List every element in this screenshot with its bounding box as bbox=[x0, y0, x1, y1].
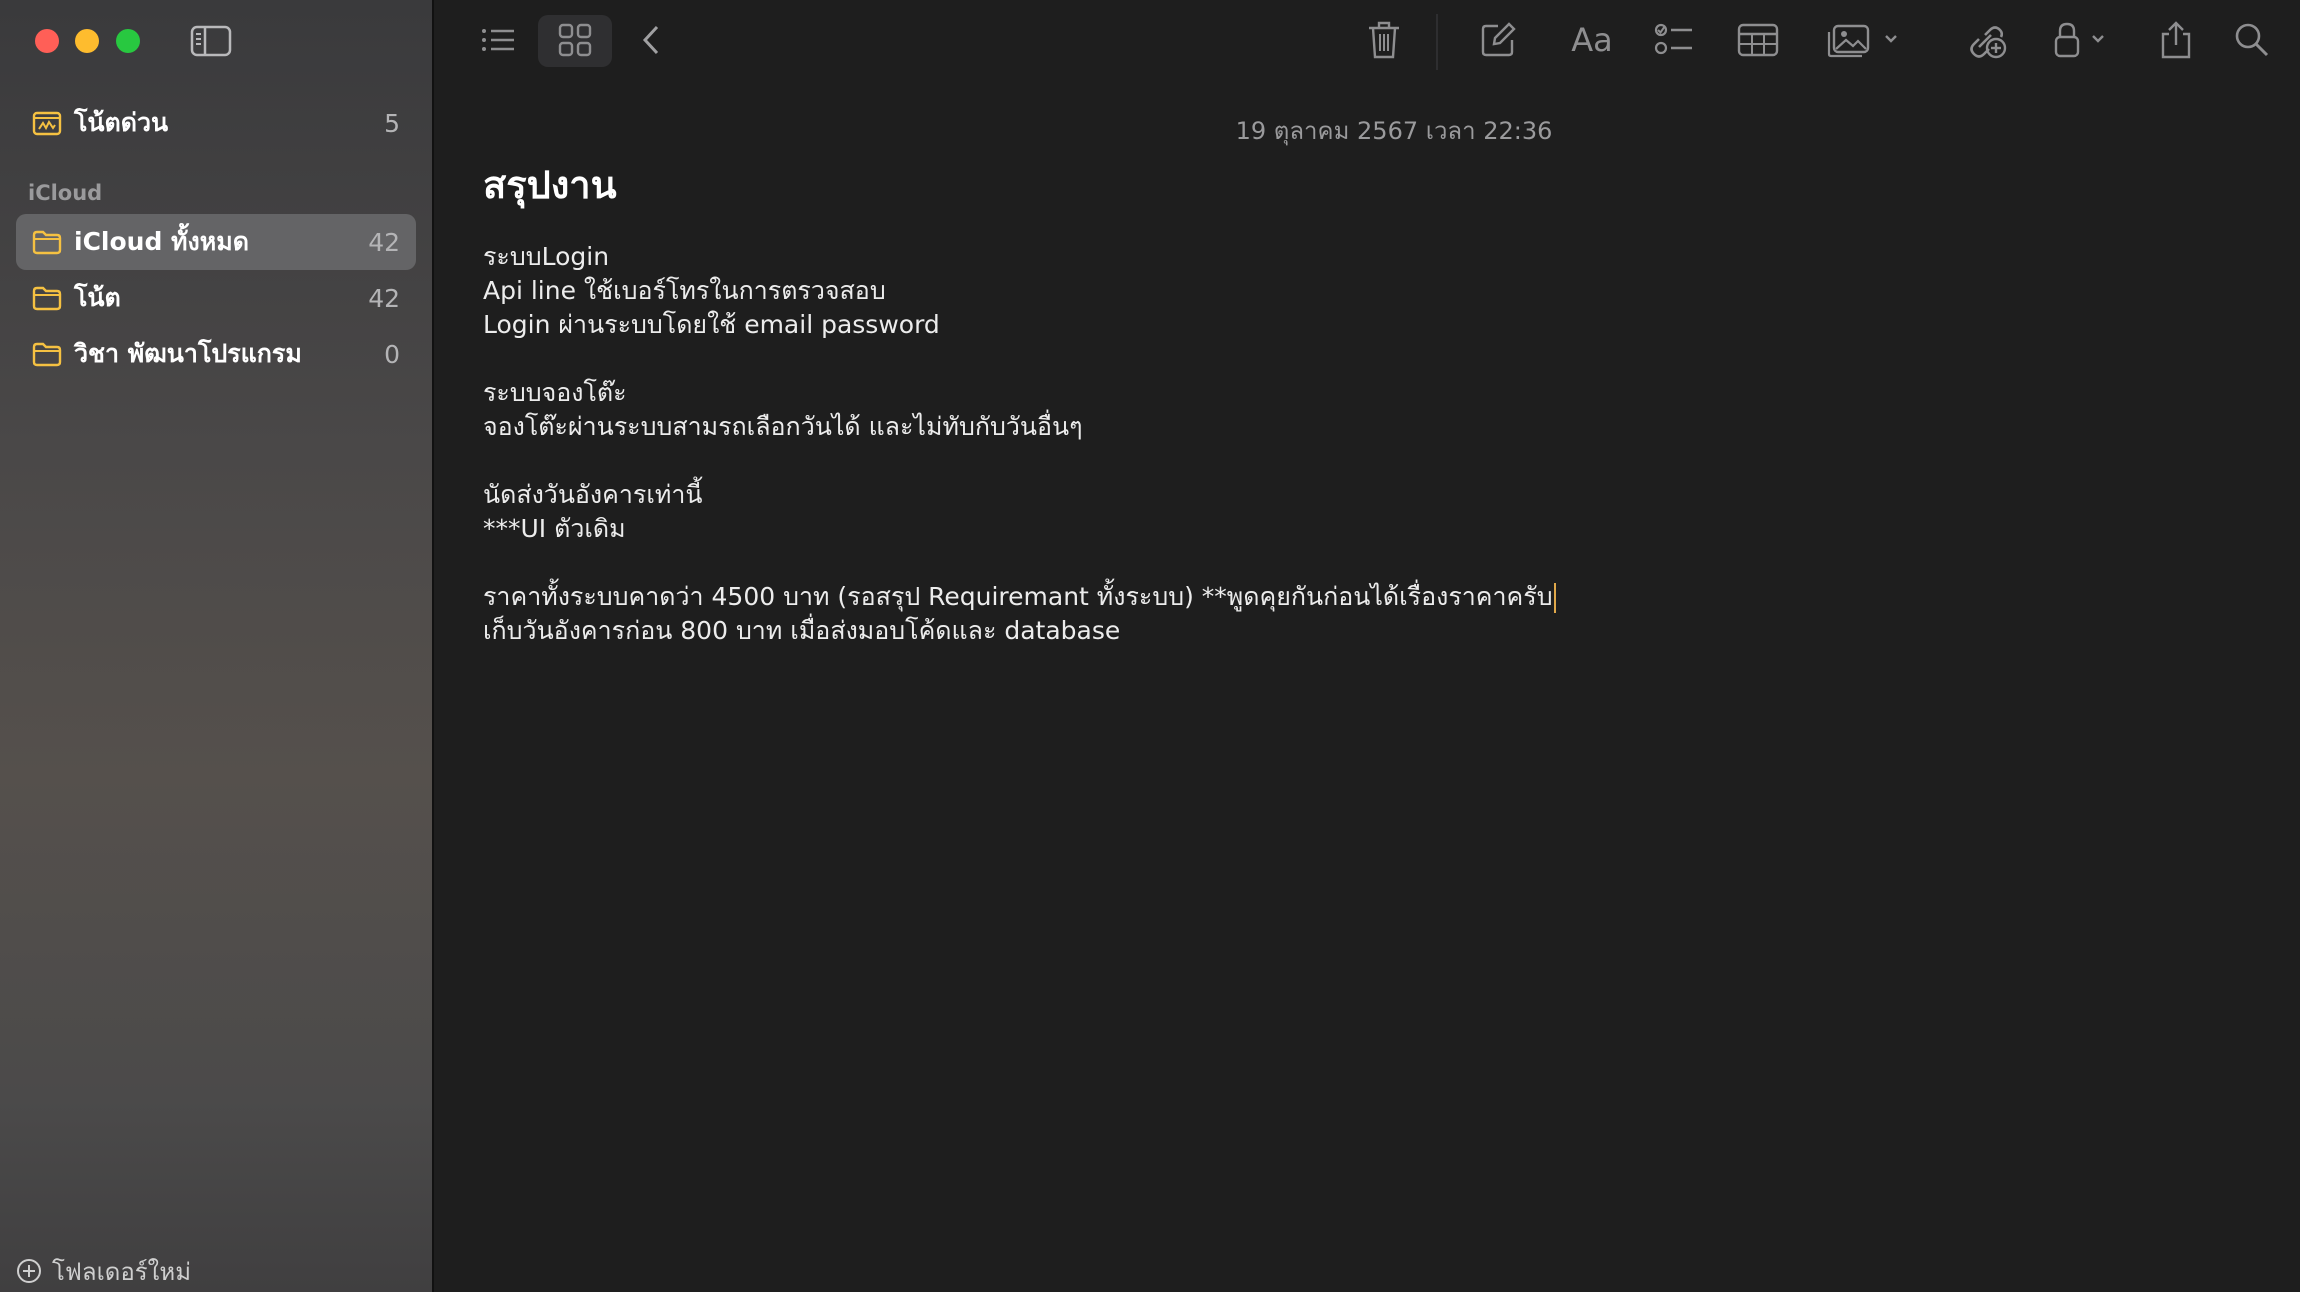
note-line: จองโต๊ะผ่านระบบสามรถเลือกวันได้ และไม่ทั… bbox=[483, 412, 1083, 441]
sidebar-item-icloud-all[interactable]: iCloud ทั้งหมด 42 bbox=[16, 214, 416, 270]
sidebar-item-label: iCloud ทั้งหมด bbox=[74, 227, 249, 256]
note-date: 19 ตุลาคม 2567 เวลา 22:36 bbox=[1235, 117, 1553, 145]
compose-icon bbox=[1481, 22, 1516, 57]
search-button[interactable] bbox=[2230, 18, 2274, 62]
new-folder-label: โฟลเดอร์ใหม่ bbox=[52, 1257, 192, 1286]
share-button[interactable] bbox=[2154, 18, 2198, 62]
sidebar-item-label: โน้ตด่วน bbox=[74, 108, 169, 137]
lock-note-button[interactable] bbox=[2052, 18, 2112, 62]
zoom-button[interactable] bbox=[116, 29, 140, 53]
share-icon bbox=[2161, 21, 2191, 59]
folder-icon bbox=[32, 230, 62, 255]
note-body[interactable]: ระบบLogin Api line ใช้เบอร์โทรในการตรวจส… bbox=[483, 240, 2183, 648]
sidebar: โน้ตด่วน 5 iCloud iCloud ทั้งหมด 42 โน้ต… bbox=[0, 0, 434, 1292]
plus-circle-icon bbox=[17, 1259, 41, 1283]
note-line: เก็บวันอังคารก่อน 800 บาท เมื่อส่งมอบโค้… bbox=[483, 616, 1121, 645]
sidebar-toggle-icon[interactable] bbox=[190, 25, 232, 57]
note-line-text: ราคาทั้งระบบคาดว่า 4500 บาท (รอสรุป Requ… bbox=[483, 582, 1553, 611]
list-view-button[interactable] bbox=[478, 18, 518, 62]
format-text-button[interactable]: Aa bbox=[1566, 18, 1618, 62]
note-line: ระบบLogin bbox=[483, 242, 610, 271]
note-line bbox=[483, 546, 2183, 580]
note-line: Login ผ่านระบบโดยใช้ email password bbox=[483, 310, 940, 339]
media-icon bbox=[1827, 24, 1897, 58]
sidebar-item-programming-course[interactable]: วิชา พัฒนาโปรแกรม 0 bbox=[16, 326, 416, 382]
new-note-button[interactable] bbox=[1476, 18, 1520, 62]
checklist-icon bbox=[1654, 23, 1692, 55]
note-title[interactable]: สรุปงาน bbox=[483, 154, 617, 215]
note-line bbox=[483, 444, 2183, 478]
table-button[interactable] bbox=[1736, 18, 1780, 62]
close-button[interactable] bbox=[35, 29, 59, 53]
folder-icon bbox=[32, 342, 62, 367]
notes-app-window: โน้ตด่วน 5 iCloud iCloud ทั้งหมด 42 โน้ต… bbox=[0, 0, 2300, 1292]
lock-icon bbox=[2054, 22, 2104, 58]
search-icon bbox=[2235, 23, 2269, 57]
sidebar-item-count: 5 bbox=[384, 108, 400, 138]
back-button[interactable] bbox=[636, 18, 666, 62]
sidebar-item-label: วิชา พัฒนาโปรแกรม bbox=[74, 339, 302, 368]
collaborate-icon bbox=[1970, 26, 2007, 59]
format-text-icon: Aa bbox=[1571, 21, 1613, 59]
back-icon bbox=[642, 25, 659, 55]
sidebar-item-label: โน้ต bbox=[74, 283, 121, 312]
minimize-button[interactable] bbox=[75, 29, 99, 53]
sidebar-item-count: 0 bbox=[384, 339, 400, 369]
section-title-icloud: iCloud bbox=[28, 181, 103, 205]
sidebar-item-notes[interactable]: โน้ต 42 bbox=[16, 270, 416, 326]
note-line bbox=[483, 342, 2183, 376]
trash-icon bbox=[1369, 21, 1399, 59]
new-folder-button[interactable]: โฟลเดอร์ใหม่ bbox=[16, 1254, 191, 1288]
toolbar-divider bbox=[1436, 14, 1438, 70]
checklist-button[interactable] bbox=[1652, 18, 1696, 62]
collaborate-button[interactable] bbox=[1964, 18, 2008, 62]
sidebar-item-count: 42 bbox=[368, 283, 400, 313]
note-line-with-cursor: ราคาทั้งระบบคาดว่า 4500 บาท (รอสรุป Requ… bbox=[483, 580, 2183, 614]
table-icon bbox=[1737, 23, 1779, 57]
gallery-view-button[interactable] bbox=[554, 18, 596, 62]
note-line: ระบบจองโต๊ะ bbox=[483, 378, 627, 407]
folder-icon bbox=[32, 286, 62, 311]
list-view-icon bbox=[482, 29, 514, 51]
quick-note-icon bbox=[32, 111, 62, 136]
note-line: นัดส่งวันอังคารเท่านี้ bbox=[483, 480, 703, 509]
sidebar-item-quick-notes[interactable]: โน้ตด่วน 5 bbox=[16, 95, 416, 151]
delete-button[interactable] bbox=[1362, 18, 1406, 62]
gallery-view-icon bbox=[558, 23, 592, 57]
insert-media-button[interactable] bbox=[1826, 18, 1906, 62]
text-cursor bbox=[1553, 583, 1556, 613]
note-line: Api line ใช้เบอร์โทรในการตรวจสอบ bbox=[483, 276, 886, 305]
note-line: ***UI ตัวเดิม bbox=[483, 514, 626, 543]
sidebar-item-count: 42 bbox=[368, 227, 400, 257]
